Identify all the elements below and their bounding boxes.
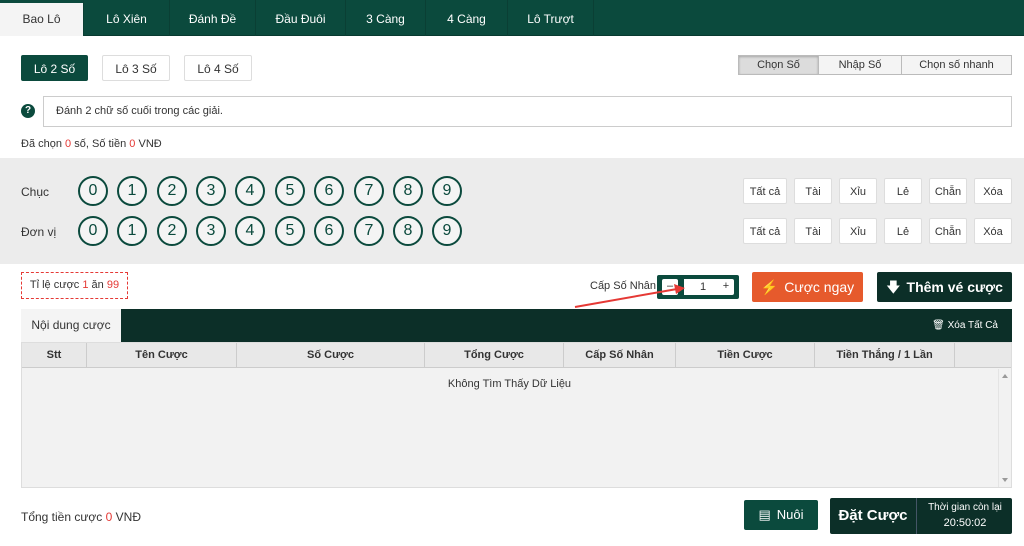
tab-bet-content[interactable]: Nội dung cược bbox=[21, 309, 121, 342]
column-header: Tiền Thắng / 1 Lần bbox=[815, 343, 955, 368]
nuoi-button[interactable]: ▤ Nuôi bbox=[744, 500, 818, 530]
column-header: Cấp Số Nhân bbox=[564, 343, 676, 368]
empty-message: Không Tìm Thấy Dữ Liệu bbox=[447, 378, 572, 390]
list-icon: ▤ bbox=[758, 507, 771, 522]
clear-all-label: Xóa Tất Cả bbox=[947, 320, 998, 331]
trash-icon: 🗑 bbox=[932, 320, 945, 331]
place-bet-label: Đặt Cược bbox=[830, 498, 917, 534]
table-header: Stt Tên Cược Số Cược Tổng Cược Cấp Số Nhân Ti… bbox=[22, 343, 1011, 368]
total-value: 0 bbox=[105, 510, 113, 524]
arrow-down-icon: 🡇 bbox=[886, 279, 901, 295]
bet-table: Stt Tên Cược Số Cược Tổng Cược Cấp Số Nhân Ti… bbox=[21, 342, 1012, 488]
scroll-up-icon[interactable] bbox=[1002, 374, 1008, 378]
column-header: Stt bbox=[22, 343, 87, 368]
add-ticket-button[interactable]: 🡇 Thêm vé cược bbox=[877, 272, 1012, 302]
bet-now-label: Cược ngay bbox=[784, 279, 855, 295]
bet-now-button[interactable]: ⚡ Cược ngay bbox=[752, 272, 863, 302]
time-remaining-label: Thời gian còn lại bbox=[928, 502, 1002, 513]
column-header: Tiền Cược bbox=[676, 343, 815, 368]
total-label: Tổng tiền cược bbox=[21, 510, 103, 524]
column-header: Số Cược bbox=[237, 343, 425, 368]
total-currency: VNĐ bbox=[115, 510, 141, 524]
scroll-down-icon[interactable] bbox=[1002, 478, 1008, 482]
clear-all-button[interactable]: 🗑 Xóa Tất Cả bbox=[932, 309, 998, 342]
column-header: Tổng Cược bbox=[425, 343, 564, 368]
table-scrollbar[interactable] bbox=[998, 369, 1011, 487]
total-bet: Tổng tiền cược 0 VNĐ bbox=[21, 510, 141, 524]
add-ticket-label: Thêm vé cược bbox=[906, 279, 1003, 295]
place-bet-button[interactable]: Đặt Cược Thời gian còn lại 20:50:02 bbox=[830, 498, 1012, 534]
lightning-icon: ⚡ bbox=[760, 279, 779, 295]
nuoi-label: Nuôi bbox=[776, 507, 804, 522]
time-remaining-value: 20:50:02 bbox=[943, 517, 987, 529]
bet-content-header: Nội dung cược 🗑 Xóa Tất Cả bbox=[21, 309, 1012, 342]
column-header: Tên Cược bbox=[87, 343, 237, 368]
